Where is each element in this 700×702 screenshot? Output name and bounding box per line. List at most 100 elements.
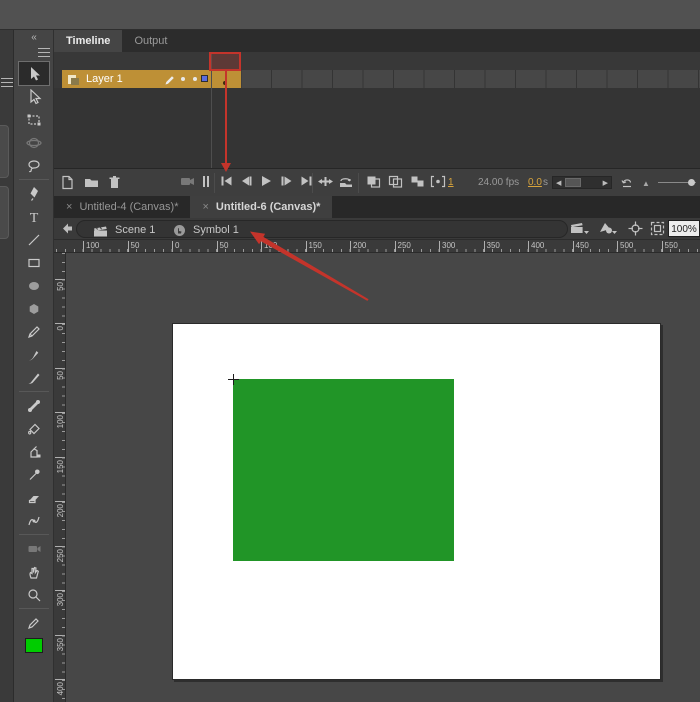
onion-skin-outlines-button[interactable]: [388, 175, 403, 188]
close-tab-icon[interactable]: ×: [202, 196, 208, 218]
scrollbar-thumb[interactable]: [565, 178, 581, 187]
layer-selected-highlight: [62, 70, 211, 88]
stage[interactable]: [172, 323, 661, 680]
tools-panel: « T: [14, 30, 54, 702]
step-back-button[interactable]: [240, 175, 253, 187]
lasso-tool-icon[interactable]: [19, 154, 49, 177]
expand-triangle-icon[interactable]: ▲: [642, 179, 650, 188]
stage-zoom-input[interactable]: 100%: [668, 220, 700, 237]
annotation-arrowhead: [221, 163, 231, 172]
center-stage-button[interactable]: [628, 221, 643, 236]
green-rectangle-shape[interactable]: [233, 379, 454, 561]
oval-tool-icon[interactable]: [19, 274, 49, 297]
center-frame-button[interactable]: [318, 175, 333, 188]
current-frame-value[interactable]: 1: [448, 177, 454, 188]
document-tab-bar: × Untitled-4 (Canvas)* × Untitled-6 (Can…: [54, 196, 700, 218]
pin-markers-icon[interactable]: [202, 175, 210, 188]
fill-color-swatch[interactable]: [19, 634, 49, 657]
tools-panel-menu-icon[interactable]: [38, 48, 50, 57]
camera-tool-icon[interactable]: [19, 537, 49, 560]
close-tab-icon[interactable]: ×: [66, 196, 72, 218]
line-tool-icon[interactable]: [19, 228, 49, 251]
zoom-tool-icon[interactable]: [19, 583, 49, 606]
toolbar-divider: [19, 534, 49, 535]
breadcrumb: Scene 1 Symbol 1: [76, 220, 568, 238]
scroll-left-icon[interactable]: ◀: [556, 179, 561, 187]
onion-skin-button[interactable]: [366, 175, 381, 188]
layer-outline-color-swatch[interactable]: [201, 75, 208, 82]
edit-symbols-button[interactable]: [598, 221, 618, 235]
back-button[interactable]: [60, 222, 74, 240]
play-button[interactable]: [260, 175, 272, 187]
scroll-right-icon[interactable]: ▶: [603, 179, 608, 187]
new-folder-button[interactable]: [84, 175, 99, 189]
panel-menu-icon[interactable]: [1, 78, 13, 87]
go-to-first-frame-button[interactable]: [220, 175, 233, 187]
timeline-panel: Timeline Output Up Over Down Hit Layer 1: [54, 30, 700, 196]
eraser-tool-icon[interactable]: [19, 486, 49, 509]
edit-multiple-frames-button[interactable]: [410, 175, 425, 188]
layer-visible-dot[interactable]: [181, 77, 185, 81]
tab-output[interactable]: Output: [122, 30, 179, 52]
pasteboard[interactable]: [66, 253, 700, 702]
frame-cells[interactable]: [211, 70, 700, 88]
horizontal-ruler: 10050050100150200250300350400450500550: [54, 240, 700, 253]
timeline-zoom-slider[interactable]: [658, 182, 696, 183]
rectangle-tool-icon[interactable]: [19, 251, 49, 274]
breadcrumb-symbol[interactable]: Symbol 1: [193, 221, 239, 239]
collapsed-panel-fragment[interactable]: [0, 186, 9, 239]
width-tool-icon[interactable]: [19, 509, 49, 532]
layer-row[interactable]: Layer 1: [54, 70, 700, 88]
paint-bucket-tool-icon[interactable]: [19, 417, 49, 440]
brush-tool-icon[interactable]: [19, 343, 49, 366]
elapsed-time-value[interactable]: 0.0: [528, 177, 542, 188]
registration-crosshair-icon: [228, 374, 239, 385]
step-forward-button[interactable]: [280, 175, 293, 187]
tab-timeline[interactable]: Timeline: [54, 30, 122, 52]
polystar-tool-icon[interactable]: [19, 297, 49, 320]
new-layer-button[interactable]: [60, 175, 74, 190]
subselection-tool-icon[interactable]: [19, 85, 49, 108]
timeline-control-bar: 1 24.00 fps 0.0 s ◀ ▶ ▲: [54, 168, 700, 196]
elapsed-time-unit: s: [543, 177, 548, 188]
clip-content-button[interactable]: [650, 221, 665, 236]
3d-rotation-tool-icon[interactable]: [19, 131, 49, 154]
annotation-box-up-frame: [209, 52, 241, 71]
breadcrumb-scene[interactable]: Scene 1: [115, 221, 155, 239]
annotation-line: [225, 71, 227, 163]
timeline-tab-bar: Timeline Output: [54, 30, 700, 52]
reset-timeline-zoom-icon[interactable]: [620, 175, 635, 189]
edit-scene-button[interactable]: [570, 221, 590, 235]
frame-rate-value[interactable]: 24.00 fps: [478, 177, 519, 188]
control-divider: [214, 173, 215, 193]
timeline-empty-area: [54, 88, 700, 168]
stroke-color-icon[interactable]: [19, 611, 49, 634]
layer-lock-dot[interactable]: [193, 77, 197, 81]
loop-playback-button[interactable]: [338, 175, 354, 188]
doc-tab-untitled-6[interactable]: × Untitled-6 (Canvas)*: [190, 196, 332, 218]
doc-tab-label: Untitled-4 (Canvas)*: [79, 196, 178, 218]
selection-tool-icon[interactable]: [19, 62, 49, 85]
layer-name[interactable]: Layer 1: [86, 70, 123, 88]
doc-tab-untitled-4[interactable]: × Untitled-4 (Canvas)*: [54, 196, 190, 218]
vertical-ruler: 50050100150200250300350400: [54, 253, 66, 702]
ink-bottle-tool-icon[interactable]: [19, 440, 49, 463]
pencil-tool-icon[interactable]: [19, 320, 49, 343]
hand-tool-icon[interactable]: [19, 560, 49, 583]
add-camera-button[interactable]: [180, 175, 196, 188]
collapsed-panel-fragment[interactable]: [0, 125, 9, 178]
collapse-panel-button[interactable]: «: [14, 32, 54, 43]
modify-markers-button[interactable]: [430, 175, 446, 188]
timeline-scrollbar[interactable]: ◀ ▶: [552, 176, 612, 189]
text-tool-icon[interactable]: T: [19, 205, 49, 228]
tool-list: T: [14, 62, 54, 657]
paint-brush-tool-icon[interactable]: [19, 366, 49, 389]
zoom-slider-knob[interactable]: [688, 179, 695, 186]
free-transform-tool-icon[interactable]: [19, 108, 49, 131]
toolbar-divider: [19, 391, 49, 392]
delete-layer-button[interactable]: [108, 175, 121, 189]
edit-bar: Scene 1 Symbol 1 100%: [54, 218, 700, 240]
pen-tool-icon[interactable]: [19, 182, 49, 205]
eyedropper-tool-icon[interactable]: [19, 463, 49, 486]
bone-tool-icon[interactable]: [19, 394, 49, 417]
